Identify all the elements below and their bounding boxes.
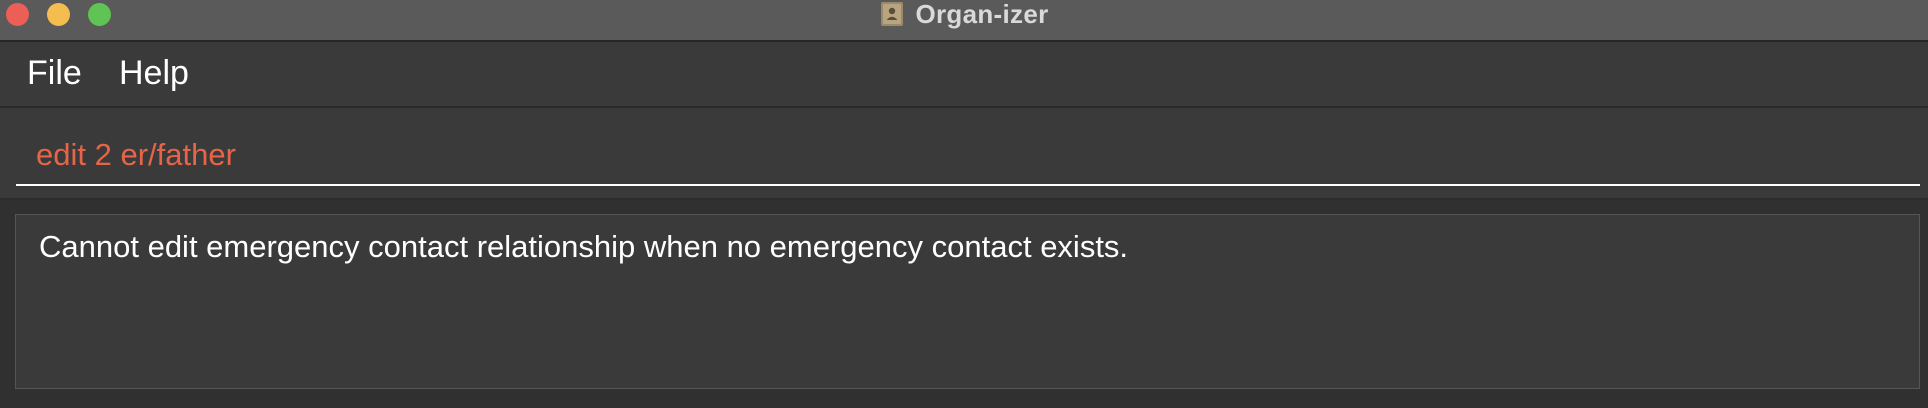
window-title: Organ-izer (915, 0, 1049, 29)
menu-help[interactable]: Help (113, 54, 195, 93)
menu-bar: File Help (0, 42, 1928, 108)
result-display-container: Cannot edit emergency contact relationsh… (0, 200, 1928, 408)
document-person-icon (879, 1, 905, 27)
result-display[interactable]: Cannot edit emergency contact relationsh… (15, 214, 1920, 389)
menu-file[interactable]: File (21, 54, 88, 93)
command-box-container (0, 108, 1928, 200)
title-bar: Organ-izer (0, 0, 1928, 42)
command-input[interactable] (16, 126, 1920, 186)
app-window: Organ-izer File Help Cannot edit emergen… (0, 0, 1928, 408)
result-message: Cannot edit emergency contact relationsh… (39, 229, 1129, 264)
window-title-group: Organ-izer (0, 0, 1928, 29)
